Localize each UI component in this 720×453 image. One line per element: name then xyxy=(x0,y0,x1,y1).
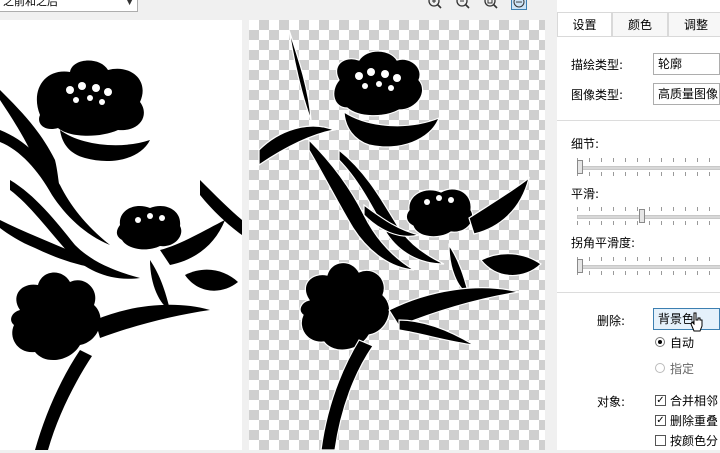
radio-auto-label: 自动 xyxy=(670,336,695,350)
preview-after-pane[interactable] xyxy=(249,20,545,451)
smoothing-label: 平滑: xyxy=(571,187,600,201)
chevron-down-icon: ▼ xyxy=(126,0,133,7)
detail-slider-thumb[interactable] xyxy=(577,160,583,174)
delete-label: 删除: xyxy=(597,314,626,328)
radio-specify-label: 指定 xyxy=(670,362,695,376)
view-mode-value: 之前和之后 xyxy=(3,0,58,8)
hand-cursor-icon xyxy=(690,312,703,332)
section-divider xyxy=(557,120,720,121)
tab-colors[interactable]: 颜色 xyxy=(612,12,668,36)
view-mode-dropdown[interactable]: 之前和之后 ▼ xyxy=(0,0,138,12)
corner-smoothness-label: 拐角平滑度: xyxy=(571,236,636,250)
image-type-label: 图像类型: xyxy=(571,88,624,102)
zoom-out-icon[interactable] xyxy=(455,0,471,10)
trace-type-label: 描绘类型: xyxy=(571,58,624,72)
lotus-traced-image xyxy=(258,29,542,451)
remove-overlap-checkbox[interactable]: ✓ xyxy=(655,415,666,426)
radio-specify[interactable] xyxy=(655,363,665,373)
merge-adjacent-label: 合并相邻 xyxy=(670,394,719,408)
image-type-dropdown[interactable]: 高质量图像 xyxy=(653,83,720,105)
corner-smoothness-slider[interactable] xyxy=(577,257,720,275)
section-divider xyxy=(557,292,720,293)
remove-overlap-label: 删除重叠 xyxy=(670,414,719,428)
pan-icon[interactable] xyxy=(511,0,527,10)
group-by-color-checkbox[interactable] xyxy=(655,435,666,446)
pane-divider[interactable] xyxy=(242,14,249,450)
object-label: 对象: xyxy=(597,395,626,409)
merge-adjacent-checkbox[interactable]: ✓ xyxy=(655,395,666,406)
preview-before-pane[interactable] xyxy=(0,20,242,450)
panel-separator xyxy=(545,0,557,450)
zoom-fit-icon[interactable] xyxy=(483,0,499,10)
radio-auto[interactable] xyxy=(655,337,665,347)
settings-tabs: 设置 颜色 调整 xyxy=(557,12,720,37)
trace-settings-panel: 设置 颜色 调整 描绘类型: 轮廓 图像类型: 高质量图像 细节: 平滑: 拐角… xyxy=(557,0,720,450)
smoothing-slider[interactable] xyxy=(577,207,720,225)
tab-adjust[interactable]: 调整 xyxy=(668,12,720,36)
group-by-color-label: 按颜色分 xyxy=(670,434,719,448)
zoom-in-icon[interactable] xyxy=(427,0,443,10)
tab-divider xyxy=(557,36,720,37)
detail-label: 细节: xyxy=(571,137,600,151)
lotus-original-image xyxy=(0,60,242,450)
trace-type-dropdown[interactable]: 轮廓 xyxy=(653,53,720,75)
detail-slider[interactable] xyxy=(577,158,720,176)
delete-dropdown[interactable]: 背景色 xyxy=(653,308,720,330)
preview-toolbar: 之前和之后 ▼ xyxy=(0,0,548,14)
tab-settings[interactable]: 设置 xyxy=(557,12,612,37)
corner-smoothness-slider-thumb[interactable] xyxy=(577,259,583,273)
smoothing-slider-thumb[interactable] xyxy=(639,209,645,223)
